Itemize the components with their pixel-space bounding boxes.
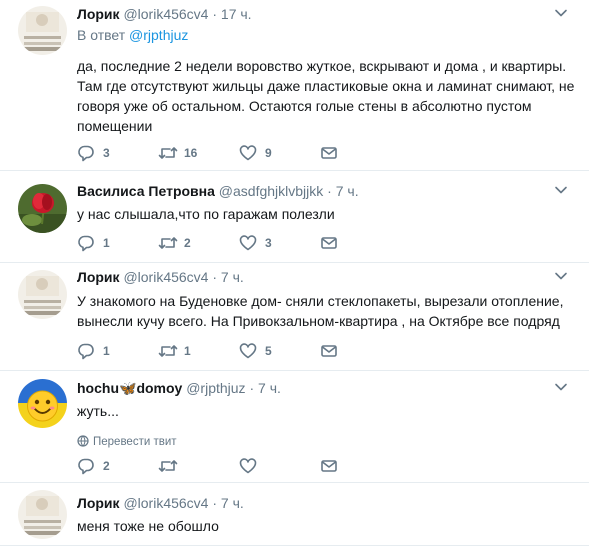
- tweet-actions: 2: [77, 456, 377, 476]
- tweet-text: У знакомого на Буденовке дом- сняли стек…: [77, 293, 564, 329]
- envelope-icon: [321, 460, 337, 472]
- reply-icon: [78, 343, 94, 360]
- reply-prefix: В ответ: [77, 27, 126, 43]
- avatar[interactable]: [18, 270, 67, 319]
- tweet-header: Лорик @lorik456cv4 · 7 ч.: [77, 268, 575, 286]
- retweet-count: 2: [184, 236, 191, 250]
- envelope-icon: [321, 147, 337, 159]
- like-count: 5: [265, 344, 272, 358]
- chevron-down-icon[interactable]: [553, 182, 569, 198]
- timestamp[interactable]: 17 ч.: [221, 6, 252, 22]
- avatar-image: [18, 6, 67, 55]
- heart-icon: [239, 235, 257, 251]
- retweet-icon: [158, 237, 178, 249]
- avatar[interactable]: [18, 490, 67, 539]
- avatar[interactable]: [18, 6, 67, 55]
- tweet[interactable]: hochu🦋domoy @rjpthjuz · 7 ч. жуть... Пер…: [0, 371, 589, 483]
- retweet-icon: [158, 345, 178, 357]
- reply-count: 2: [103, 459, 110, 473]
- avatar-image: [18, 184, 67, 233]
- separator: ·: [249, 380, 255, 396]
- author-handle[interactable]: @rjpthjuz: [186, 380, 245, 396]
- like-count: 9: [265, 146, 272, 160]
- tweet-text: у нас слышала,что по гаражам полезли: [77, 206, 335, 222]
- avatar-image: [18, 379, 67, 428]
- reply-icon: [78, 235, 94, 252]
- reply-handle-link[interactable]: @rjpthjuz: [129, 27, 188, 43]
- author-name[interactable]: Лорик: [77, 6, 120, 22]
- author-handle[interactable]: @lorik456cv4: [123, 269, 208, 285]
- author-name-part2: domoy: [136, 380, 183, 396]
- heart-icon: [239, 458, 257, 474]
- author-name[interactable]: hochu🦋domoy: [77, 380, 182, 396]
- author-name-part1: hochu: [77, 380, 119, 396]
- author-handle[interactable]: @lorik456cv4: [123, 6, 208, 22]
- heart-icon: [239, 145, 257, 161]
- butterfly-icon: 🦋: [119, 380, 137, 396]
- translate-link[interactable]: Перевести твит: [77, 435, 575, 449]
- avatar-image: [18, 270, 67, 319]
- chevron-down-icon[interactable]: [553, 379, 569, 395]
- tweet-header: Василиса Петровна @asdfghjklvbjjkk · 7 ч…: [77, 182, 575, 200]
- tweet[interactable]: Лорик @lorik456cv4 · 17 ч. В ответ @rjpt…: [0, 0, 589, 171]
- chevron-down-icon[interactable]: [553, 268, 569, 284]
- reply-count: 3: [103, 146, 110, 160]
- tweet-text: меня тоже не обошло: [77, 518, 219, 534]
- translate-label: Перевести твит: [93, 436, 177, 448]
- tweet-actions: 3 16 9: [77, 143, 377, 163]
- tweet[interactable]: Лорик @lorik456cv4 · 7 ч. У знакомого на…: [0, 263, 589, 371]
- tweet-actions: 1 1 5: [77, 341, 377, 361]
- timestamp[interactable]: 7 ч.: [221, 495, 244, 511]
- separator: ·: [212, 269, 218, 285]
- reply-context: В ответ @rjpthjuz: [77, 25, 575, 45]
- tweet-header: Лорик @lorik456cv4 · 17 ч.: [77, 5, 575, 23]
- tweet[interactable]: Василиса Петровна @asdfghjklvbjjkk · 7 ч…: [0, 171, 589, 263]
- avatar[interactable]: [18, 184, 67, 233]
- separator: ·: [212, 6, 218, 22]
- author-handle[interactable]: @asdfghjklvbjjkk: [219, 183, 323, 199]
- separator: ·: [212, 495, 218, 511]
- author-name[interactable]: Лорик: [77, 495, 120, 511]
- tweet-header: hochu🦋domoy @rjpthjuz · 7 ч.: [77, 379, 575, 397]
- tweet-text: да, последние 2 недели воровство жуткое,…: [77, 58, 575, 134]
- tweet[interactable]: Лорик @lorik456cv4 · 7 ч. меня тоже не о…: [0, 483, 589, 546]
- heart-icon: [239, 343, 257, 359]
- globe-icon: [77, 435, 89, 451]
- separator: ·: [327, 183, 332, 199]
- avatar-image: [18, 490, 67, 539]
- timestamp[interactable]: 7 ч.: [221, 269, 244, 285]
- envelope-icon: [321, 345, 337, 357]
- author-name[interactable]: Лорик: [77, 269, 120, 285]
- retweet-count: 16: [184, 146, 198, 160]
- author-handle[interactable]: @lorik456cv4: [123, 495, 208, 511]
- reply-icon: [78, 145, 94, 162]
- chevron-down-icon[interactable]: [553, 5, 569, 21]
- retweet-icon: [158, 147, 178, 159]
- retweet-icon: [158, 460, 178, 472]
- like-count: 3: [265, 236, 272, 250]
- reply-count: 1: [103, 344, 110, 358]
- envelope-icon: [321, 237, 337, 249]
- tweet-text: жуть...: [77, 403, 119, 419]
- avatar[interactable]: [18, 379, 67, 428]
- tweet-actions: 1 2 3: [77, 233, 377, 253]
- author-name[interactable]: Василиса Петровна: [77, 183, 215, 199]
- reply-icon: [78, 458, 94, 475]
- timestamp[interactable]: 7 ч.: [258, 380, 281, 396]
- reply-count: 1: [103, 236, 110, 250]
- timestamp[interactable]: 7 ч.: [336, 183, 359, 199]
- retweet-count: 1: [184, 344, 191, 358]
- tweet-header: Лорик @lorik456cv4 · 7 ч.: [77, 494, 575, 512]
